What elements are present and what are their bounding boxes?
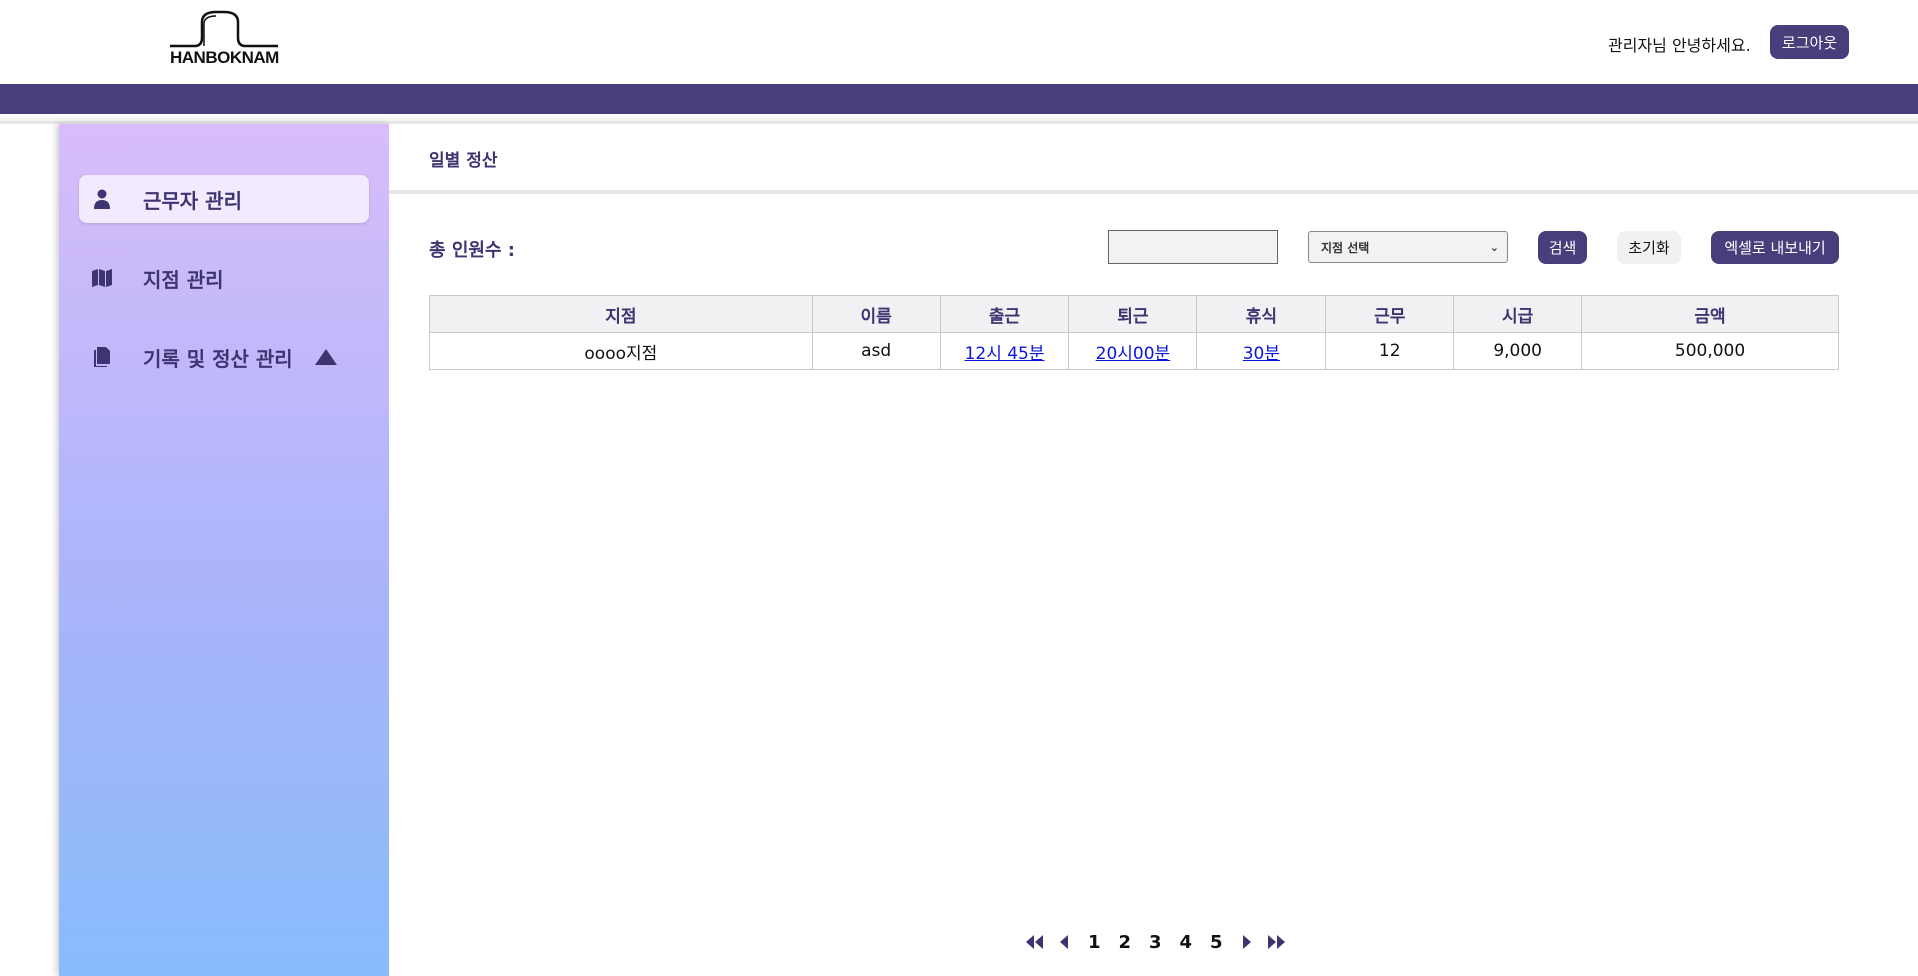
sidebar-item-branches[interactable]: 지점 관리 xyxy=(79,254,369,302)
cell-branch: oooo지점 xyxy=(429,332,813,370)
column-header: 휴식 xyxy=(1196,295,1327,333)
break-link[interactable]: 30분 xyxy=(1243,344,1280,364)
cell-hourly-wage: 9,000 xyxy=(1453,332,1583,370)
app-header: HANBOKNAM 관리자님 안녕하세요. 로그아웃 xyxy=(0,0,1918,84)
page-title: 일별 정산 xyxy=(429,151,498,171)
search-input[interactable] xyxy=(1108,230,1278,264)
table-row: oooo지점 asd 12시 45분 20시00분 30분 12 9,000 5… xyxy=(429,332,1839,370)
main-content: 일별 정산 총 인원수 : 지점 선택 ⌄ 검색 초기화 엑셀로 내보내기 지점… xyxy=(389,124,1918,976)
column-header: 금액 xyxy=(1581,295,1839,333)
logout-button[interactable]: 로그아웃 xyxy=(1770,25,1849,59)
map-icon xyxy=(91,267,113,289)
title-divider xyxy=(389,190,1918,194)
sidebar: 근무자 관리 지점 관리 기록 및 정산 관리 xyxy=(59,124,389,976)
pagination: 1 2 3 4 5 xyxy=(1019,927,1292,957)
column-header: 지점 xyxy=(429,295,813,333)
document-icon xyxy=(91,346,113,368)
page-number[interactable]: 2 xyxy=(1110,932,1141,953)
column-header: 이름 xyxy=(811,295,941,333)
sidebar-item-records[interactable]: 기록 및 정산 관리 xyxy=(79,333,369,381)
hanboknam-logo[interactable]: HANBOKNAM xyxy=(168,10,280,70)
search-button[interactable]: 검색 xyxy=(1538,231,1587,264)
page-number[interactable]: 5 xyxy=(1201,932,1232,953)
sidebar-item-label: 지점 관리 xyxy=(143,267,224,292)
cell-name: asd xyxy=(811,332,941,370)
collapse-arrow-icon[interactable] xyxy=(314,349,337,365)
column-header: 퇴근 xyxy=(1068,295,1198,333)
cell-amount: 500,000 xyxy=(1581,332,1839,370)
logo-text: HANBOKNAM xyxy=(170,48,279,67)
greeting-text: 관리자님 안녕하세요. xyxy=(1608,36,1751,55)
page-number[interactable]: 1 xyxy=(1079,932,1110,953)
sidebar-item-label: 기록 및 정산 관리 xyxy=(143,346,293,371)
cell-break: 30분 xyxy=(1196,332,1327,370)
nav-divider xyxy=(0,114,1918,124)
table-header-row: 지점 이름 출근 퇴근 휴식 근무 시급 금액 xyxy=(429,295,1839,333)
top-nav-bar xyxy=(0,84,1918,114)
reset-button[interactable]: 초기화 xyxy=(1617,231,1681,264)
logo-hat-icon xyxy=(170,10,278,48)
column-header: 시급 xyxy=(1453,295,1583,333)
prev-page-icon[interactable] xyxy=(1049,935,1079,949)
sidebar-item-label: 근무자 관리 xyxy=(143,188,242,213)
branch-select[interactable]: 지점 선택 ⌄ xyxy=(1308,231,1508,263)
last-page-icon[interactable] xyxy=(1262,935,1292,949)
export-excel-button[interactable]: 엑셀로 내보내기 xyxy=(1711,231,1839,264)
column-header: 출근 xyxy=(939,295,1070,333)
page-number[interactable]: 3 xyxy=(1140,932,1171,953)
clock-in-link[interactable]: 12시 45분 xyxy=(965,344,1045,364)
next-page-icon[interactable] xyxy=(1232,935,1262,949)
chevron-down-icon: ⌄ xyxy=(1489,241,1499,254)
branch-select-value: 지점 선택 xyxy=(1321,240,1370,255)
first-page-icon[interactable] xyxy=(1019,935,1049,949)
cell-work-hours: 12 xyxy=(1325,332,1455,370)
total-count-label: 총 인원수 : xyxy=(429,240,515,261)
settlement-table: 지점 이름 출근 퇴근 휴식 근무 시급 금액 oooo지점 asd 12시 4… xyxy=(429,295,1839,370)
page-number[interactable]: 4 xyxy=(1171,932,1202,953)
person-icon xyxy=(91,188,113,210)
column-header: 근무 xyxy=(1325,295,1455,333)
cell-clock-out: 20시00분 xyxy=(1068,332,1198,370)
sidebar-item-workers[interactable]: 근무자 관리 xyxy=(79,175,369,223)
clock-out-link[interactable]: 20시00분 xyxy=(1096,344,1171,364)
cell-clock-in: 12시 45분 xyxy=(939,332,1070,370)
